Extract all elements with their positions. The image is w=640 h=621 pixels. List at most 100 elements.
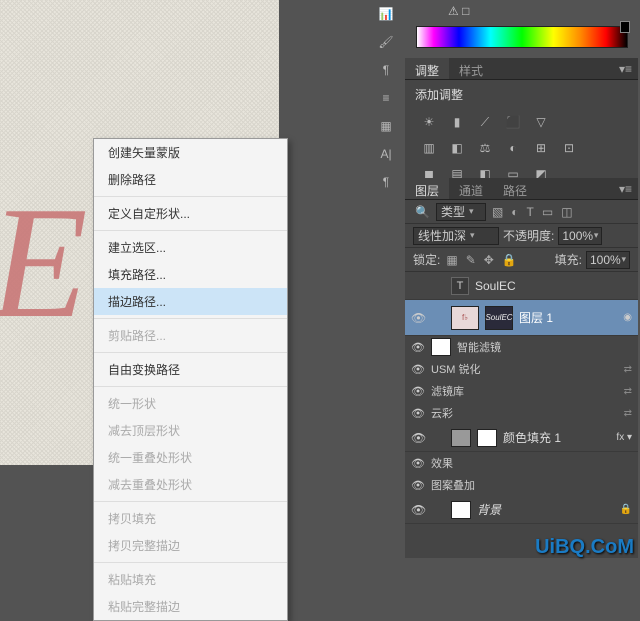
smart-filters-header[interactable]: 👁 智能滤镜 [405, 336, 638, 358]
filter-blend-icon[interactable]: ⇄ [624, 408, 632, 419]
visibility-toggle[interactable]: 👁 [411, 479, 425, 492]
menu-item[interactable]: 建立选区... [94, 234, 287, 261]
opacity-value[interactable]: 100% [558, 227, 602, 245]
effect-pattern-overlay[interactable]: 👁 图案叠加 [405, 474, 638, 496]
effects-header[interactable]: 👁 效果 [405, 452, 638, 474]
fill-value[interactable]: 100% [586, 251, 630, 269]
visibility-toggle[interactable]: 👁 [411, 311, 425, 325]
visibility-toggle[interactable]: 👁 [411, 457, 425, 470]
vibrance-icon[interactable]: ▽ [531, 113, 551, 131]
menu-item[interactable]: 自由变换路径 [94, 356, 287, 383]
tab-layers[interactable]: 图层 [405, 178, 449, 199]
layer-name[interactable]: 颜色填充 1 [503, 429, 610, 446]
menu-item[interactable]: 删除路径 [94, 166, 287, 193]
filter-gallery[interactable]: 👁 滤镜库 ⇄ [405, 380, 638, 402]
photo-filter-icon[interactable]: ◐ [503, 139, 523, 157]
filter-pixel-icon[interactable]: ▧ [490, 205, 505, 219]
type-a-icon[interactable]: A| [376, 144, 396, 164]
filter-usm[interactable]: 👁 USM 锐化 ⇄ [405, 358, 638, 380]
brightness-icon[interactable]: ☀ [419, 113, 439, 131]
menu-item[interactable]: 填充路径... [94, 261, 287, 288]
lock-icon: 🔒 [620, 504, 632, 515]
hue-icon[interactable]: ▥ [419, 139, 439, 157]
filter-search-icon[interactable]: 🔍 [413, 205, 432, 219]
layer-group-1[interactable]: 👁 f♭ SoulEC 图层 1 ◉ [405, 300, 638, 336]
char-icon[interactable]: ≡ [376, 88, 396, 108]
histogram-icon[interactable]: 📊 [376, 4, 396, 24]
color-panel: ⚠ □ [408, 0, 638, 58]
visibility-toggle[interactable]: 👁 [411, 431, 425, 445]
adjustments-panel: 调整 样式 ▾≡ 添加调整 ☀ ▮ ⟋ ⬛ ▽ ▥ ◧ ⚖ ◐ ⊞ ⊡ ◼ ▤ … [405, 58, 638, 178]
menu-separator [94, 386, 287, 387]
tab-channels[interactable]: 通道 [449, 178, 493, 199]
menu-item[interactable]: 描边路径... [94, 288, 287, 315]
menu-item: 统一形状 [94, 390, 287, 417]
visibility-toggle[interactable]: 👁 [411, 341, 425, 354]
menu-separator [94, 196, 287, 197]
menu-item[interactable]: 创建矢量蒙版 [94, 139, 287, 166]
menu-item: 剪贴路径... [94, 322, 287, 349]
layer-thumb: f♭ [451, 306, 479, 330]
filter-blend-icon[interactable]: ⇄ [624, 364, 632, 375]
menu-item: 减去重叠处形状 [94, 471, 287, 498]
warning-icon[interactable]: ⚠ □ [448, 4, 469, 18]
paragraph-icon[interactable]: ¶ [376, 60, 396, 80]
layer-text-soulec[interactable]: T SoulEC [405, 272, 638, 300]
adjustments-tabs: 调整 样式 ▾≡ [405, 58, 638, 80]
visibility-toggle[interactable]: 👁 [411, 503, 425, 517]
layers-tabs: 图层 通道 路径 ▾≡ [405, 178, 638, 200]
filter-kind-dropdown[interactable]: 类型 [436, 203, 486, 221]
layer-filter-row: 🔍 类型 ▧ ◐ T ▭ ◫ [405, 200, 638, 224]
color-spectrum[interactable] [416, 26, 628, 48]
filter-smart-icon[interactable]: ◫ [559, 205, 574, 219]
filter-type-icon[interactable]: T [525, 205, 536, 219]
mixer-icon[interactable]: ⊞ [531, 139, 551, 157]
filter-blend-icon[interactable]: ⇄ [624, 386, 632, 397]
balance-icon[interactable]: ⚖ [475, 139, 495, 157]
canvas-artwork-text: E [0, 170, 88, 355]
bg-thumb [451, 501, 471, 519]
watermark: UiBQ.CoM [535, 536, 634, 559]
fx-badge[interactable]: fx ▾ [616, 432, 632, 443]
layer-tree: T SoulEC 👁 f♭ SoulEC 图层 1 ◉ 👁 智能滤镜 👁 USM… [405, 272, 638, 524]
layers-menu-icon[interactable]: ▾≡ [613, 178, 638, 199]
filter-adjust-icon[interactable]: ◐ [509, 205, 520, 219]
layer-name[interactable]: 背景 [477, 501, 614, 518]
glyph-icon[interactable]: ¶ [376, 172, 396, 192]
filter-name: 滤镜库 [431, 383, 464, 399]
filter-shape-icon[interactable]: ▭ [540, 205, 555, 219]
effects-label: 效果 [431, 455, 453, 471]
menu-item[interactable]: 定义自定形状... [94, 200, 287, 227]
layer-background[interactable]: 👁 背景 🔒 [405, 496, 638, 524]
layer-name[interactable]: SoulEC [475, 279, 632, 293]
bw-icon[interactable]: ◧ [447, 139, 467, 157]
lock-label: 锁定: [413, 251, 440, 268]
layer-color-fill[interactable]: 👁 颜色填充 1 fx ▾ [405, 424, 638, 452]
levels-icon[interactable]: ▮ [447, 113, 467, 131]
visibility-toggle[interactable]: 👁 [411, 385, 425, 398]
measure-icon[interactable]: ▦ [376, 116, 396, 136]
lookup-icon[interactable]: ⊡ [559, 139, 579, 157]
curves-icon[interactable]: ⟋ [475, 113, 495, 131]
visibility-toggle[interactable]: 👁 [411, 363, 425, 376]
lock-transparency-icon[interactable]: ▦ [444, 253, 459, 267]
lock-all-icon[interactable]: 🔒 [500, 253, 519, 267]
tab-styles[interactable]: 样式 [449, 58, 493, 79]
context-menu: 创建矢量蒙版删除路径定义自定形状... 建立选区...填充路径...描边路径...… [93, 138, 288, 621]
exposure-icon[interactable]: ⬛ [503, 113, 523, 131]
mask-thumb [477, 429, 497, 447]
panel-menu-icon[interactable]: ▾≡ [613, 58, 638, 79]
lock-position-icon[interactable]: ✥ [482, 253, 496, 267]
brush-icon[interactable]: 🖌 [376, 32, 396, 52]
visibility-toggle[interactable]: 👁 [411, 407, 425, 420]
lock-pixels-icon[interactable]: ✎ [464, 253, 478, 267]
opacity-label: 不透明度: [503, 227, 554, 244]
filter-clouds[interactable]: 👁 云彩 ⇄ [405, 402, 638, 424]
smart-object-icon[interactable]: ◉ [623, 312, 632, 323]
tab-paths[interactable]: 路径 [493, 178, 537, 199]
adjustment-icons-row2: ▥ ◧ ⚖ ◐ ⊞ ⊡ [405, 135, 638, 161]
menu-item: 减去顶层形状 [94, 417, 287, 444]
layer-name[interactable]: 图层 1 [519, 309, 617, 326]
blend-mode-dropdown[interactable]: 线性加深 [413, 227, 499, 245]
tab-adjustments[interactable]: 调整 [405, 58, 449, 79]
